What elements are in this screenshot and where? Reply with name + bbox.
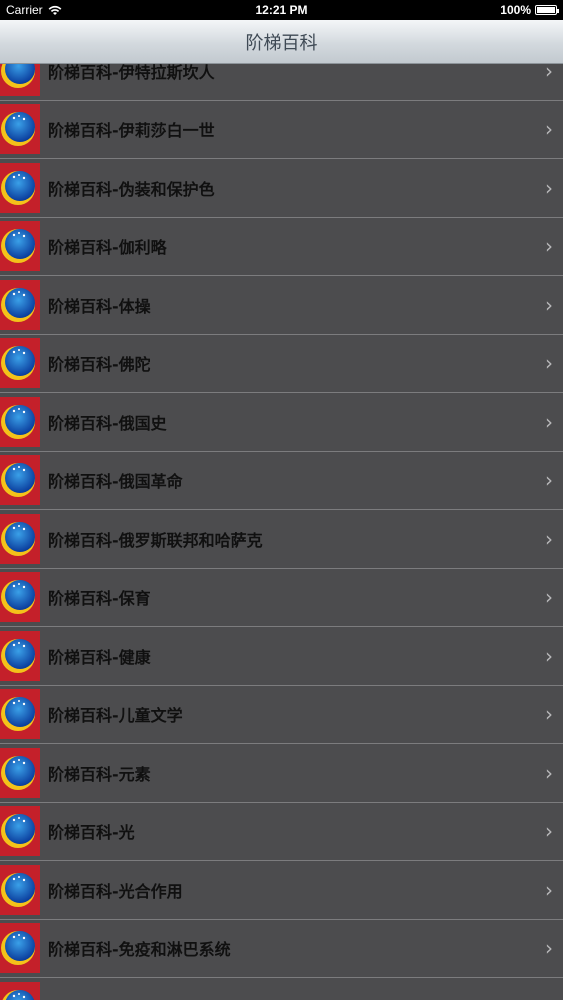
app-logo-icon (0, 279, 40, 330)
chevron-right-icon: › (545, 64, 553, 83)
list-item-label: 阶梯百科-光合作用 (48, 881, 183, 901)
list-item-label: 阶梯百科-健康 (48, 647, 151, 667)
app-logo-icon (0, 513, 40, 564)
chevron-right-icon: › (545, 585, 553, 610)
app-logo-icon (0, 747, 40, 798)
list-item-label: 阶梯百科-伽利略 (48, 238, 167, 258)
app-logo-icon (0, 864, 40, 915)
chevron-right-icon: › (545, 526, 553, 551)
chevron-right-icon: › (545, 819, 553, 844)
table-view[interactable]: 阶梯百科-伊特拉斯坎人 › 阶梯百科-伊莉莎白一世 › 阶梯百科-伪装和保护色 › 阶… (0, 64, 563, 1000)
list-item[interactable]: 阶梯百科-俄国革命 › (0, 451, 563, 510)
wifi-icon (48, 5, 62, 15)
status-time: 12:21 PM (255, 3, 308, 17)
app-logo-icon (0, 923, 40, 974)
list-item-label: 阶梯百科-佛陀 (48, 355, 151, 375)
chevron-right-icon: › (545, 175, 553, 200)
chevron-right-icon: › (545, 409, 553, 434)
list-item-label: 阶梯百科-保育 (48, 589, 151, 609)
carrier-label: Carrier (6, 3, 43, 17)
chevron-right-icon: › (545, 936, 553, 961)
battery-percent: 100% (500, 3, 531, 17)
status-right: 100% (500, 3, 559, 17)
app-logo-icon (0, 689, 40, 740)
list-item[interactable]: 阶梯百科-佛陀 › (0, 334, 563, 393)
list-item-label: 阶梯百科-俄国史 (48, 413, 167, 433)
app-logo-icon (0, 221, 40, 272)
table-view-content: 阶梯百科-伊特拉斯坎人 › 阶梯百科-伊莉莎白一世 › 阶梯百科-伪装和保护色 › 阶… (0, 64, 563, 1000)
list-item-label: 阶梯百科-体操 (48, 296, 151, 316)
app-logo-icon (0, 572, 40, 623)
chevron-right-icon: › (545, 468, 553, 493)
list-item[interactable] (0, 978, 563, 1000)
status-bar: Carrier 12:21 PM 100% (0, 0, 563, 20)
list-item[interactable]: 阶梯百科-保育 › (0, 568, 563, 627)
list-item[interactable]: 阶梯百科-伽利略 › (0, 217, 563, 276)
chevron-right-icon: › (545, 877, 553, 902)
list-item[interactable]: 阶梯百科-伪装和保护色 › (0, 159, 563, 218)
list-item-label: 阶梯百科-伪装和保护色 (48, 179, 215, 199)
list-item[interactable]: 阶梯百科-光合作用 › (0, 861, 563, 920)
list-item-label: 阶梯百科-元素 (48, 764, 151, 784)
list-item[interactable]: 阶梯百科-俄罗斯联邦和哈萨克 › (0, 510, 563, 569)
chevron-right-icon: › (545, 702, 553, 727)
app-logo-icon (0, 630, 40, 681)
chevron-right-icon: › (545, 117, 553, 142)
chevron-right-icon: › (545, 351, 553, 376)
list-item[interactable]: 阶梯百科-元素 › (0, 744, 563, 803)
navigation-bar: 阶梯百科 (0, 20, 563, 64)
list-item[interactable]: 阶梯百科-免疫和淋巴系统 › (0, 919, 563, 978)
list-item[interactable]: 阶梯百科-儿童文学 › (0, 685, 563, 744)
list-item-label: 阶梯百科-伊特拉斯坎人 (48, 64, 215, 82)
app-logo-icon (0, 455, 40, 506)
app-logo-icon (0, 104, 40, 155)
list-item-label: 阶梯百科-儿童文学 (48, 706, 183, 726)
app-logo-icon (0, 162, 40, 213)
battery-icon (535, 5, 559, 15)
chevron-right-icon: › (545, 643, 553, 668)
chevron-right-icon: › (545, 292, 553, 317)
list-item[interactable]: 阶梯百科-光 › (0, 802, 563, 861)
list-item[interactable]: 阶梯百科-伊莉莎白一世 › (0, 100, 563, 159)
nav-title: 阶梯百科 (245, 32, 318, 54)
list-item-label: 阶梯百科-光 (48, 823, 135, 843)
app-logo-icon (0, 338, 40, 389)
app-logo-icon (0, 396, 40, 447)
list-item-label: 阶梯百科-俄国革命 (48, 472, 183, 492)
app-logo-icon (0, 981, 40, 1000)
status-left: Carrier (6, 3, 62, 17)
list-item-label: 阶梯百科-免疫和淋巴系统 (48, 940, 231, 960)
list-item[interactable]: 阶梯百科-伊特拉斯坎人 › (0, 64, 563, 101)
chevron-right-icon: › (545, 234, 553, 259)
list-item[interactable]: 阶梯百科-体操 › (0, 276, 563, 335)
app-logo-icon (0, 806, 40, 857)
chevron-right-icon: › (545, 760, 553, 785)
list-item[interactable]: 阶梯百科-健康 › (0, 627, 563, 686)
list-item[interactable]: 阶梯百科-俄国史 › (0, 393, 563, 452)
list-item-label: 阶梯百科-伊莉莎白一世 (48, 121, 215, 141)
list-item-label: 阶梯百科-俄罗斯联邦和哈萨克 (48, 530, 263, 550)
app-logo-icon (0, 64, 40, 96)
